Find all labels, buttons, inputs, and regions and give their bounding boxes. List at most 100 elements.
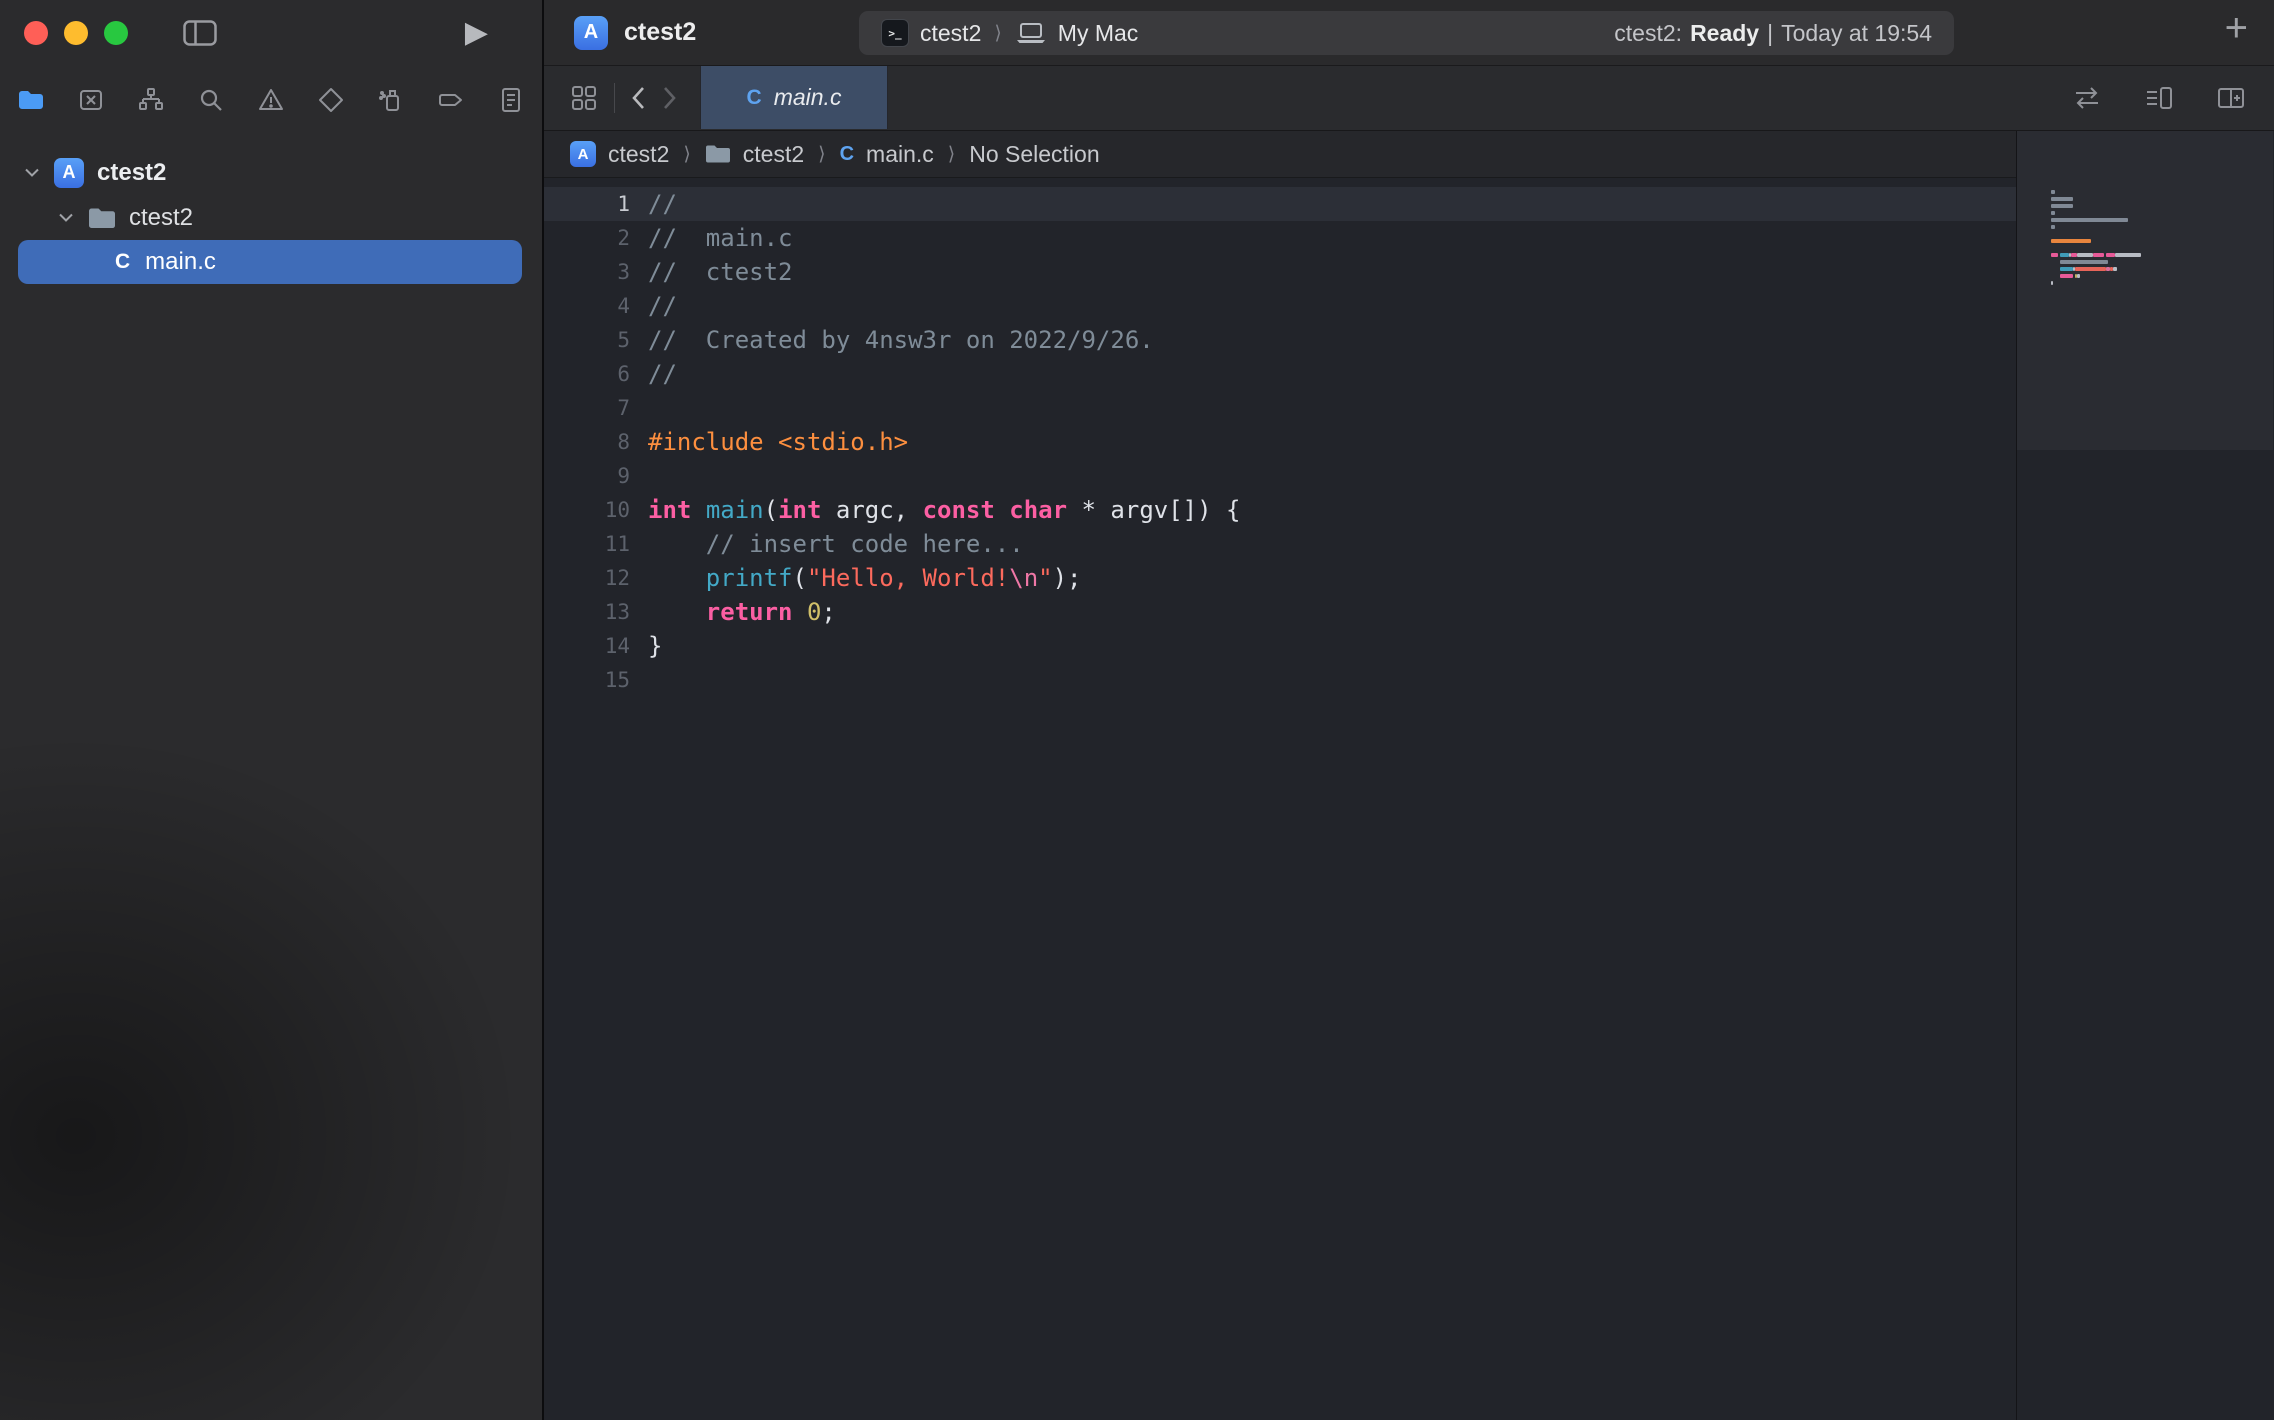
library-button[interactable]: +	[2225, 8, 2248, 48]
xcode-project-icon: A	[570, 141, 596, 167]
code-line[interactable]: 5// Created by 4nsw3r on 2022/9/26.	[544, 323, 2016, 357]
activity-status[interactable]: ctest2: Ready | Today at 19:54	[1614, 20, 1932, 47]
minimap-empty-region	[2017, 450, 2273, 1420]
scheme-destination: My Mac	[1058, 20, 1139, 47]
line-number: 9	[544, 464, 630, 488]
report-navigator-icon[interactable]	[496, 85, 526, 115]
code-line[interactable]: 10int main(int argc, const char * argv[]…	[544, 493, 2016, 527]
tab-main-c[interactable]: C main.c	[700, 66, 888, 129]
code-line[interactable]: 14}	[544, 629, 2016, 663]
editor-options-button[interactable]	[2144, 84, 2174, 112]
code-line[interactable]: 2// main.c	[544, 221, 2016, 255]
debug-navigator-icon[interactable]	[376, 85, 406, 115]
issue-navigator-icon[interactable]	[256, 85, 286, 115]
navigator-sidebar: ▶	[0, 0, 544, 1420]
code-line[interactable]: 4//	[544, 289, 2016, 323]
line-number: 12	[544, 566, 630, 590]
source-editor[interactable]: 1//2// main.c3// ctest24//5// Created by…	[544, 178, 2016, 1420]
go-back-button[interactable]	[631, 86, 646, 110]
chevron-separator-icon: ⟩	[681, 143, 692, 166]
code-line[interactable]: 8#include <stdio.h>	[544, 425, 2016, 459]
line-number: 1	[544, 192, 630, 216]
chevron-separator-icon: ⟩	[816, 143, 827, 166]
editor-body: A ctest2 ⟩ ctest2 ⟩ C main.c ⟩ No Select…	[544, 131, 2274, 1420]
close-window-button[interactable]	[24, 21, 48, 45]
tab-bar-left-controls	[570, 83, 677, 113]
zoom-window-button[interactable]	[104, 21, 128, 45]
line-number: 10	[544, 498, 630, 522]
xcode-window: ▶	[0, 0, 2274, 1420]
toolbar-center-pill: >_ ctest2 ⟩ My Mac ctest2: Ready | Today…	[859, 11, 1954, 55]
tree-item-project[interactable]: A ctest2	[0, 150, 542, 195]
breakpoint-navigator-icon[interactable]	[436, 85, 466, 115]
test-navigator-icon[interactable]	[316, 85, 346, 115]
jumpbar-item-group[interactable]: ctest2	[743, 141, 804, 168]
scheme-selector[interactable]: >_ ctest2 ⟩ My Mac	[881, 19, 1138, 47]
line-number: 14	[544, 634, 630, 658]
symbol-navigator-icon[interactable]	[136, 85, 166, 115]
line-number: 3	[544, 260, 630, 284]
tree-item-label: ctest2	[97, 159, 166, 187]
toolbar: A ctest2 >_ ctest2 ⟩ My Mac ctest2: Read…	[544, 0, 2274, 66]
run-button[interactable]: ▶	[465, 18, 488, 48]
toggle-sidebar-button[interactable]	[183, 20, 217, 46]
divider	[614, 83, 615, 113]
minimize-window-button[interactable]	[64, 21, 88, 45]
xcode-project-icon: A	[54, 158, 84, 188]
c-file-icon: C	[747, 86, 762, 110]
disclosure-chevron-icon[interactable]	[24, 168, 40, 177]
window-controls	[24, 21, 128, 45]
destination-laptop-icon	[1015, 22, 1047, 44]
code-line[interactable]: 15	[544, 663, 2016, 697]
minimap-code	[2051, 190, 2273, 295]
code-lines: 1//2// main.c3// ctest24//5// Created by…	[544, 187, 2016, 697]
c-file-icon: C	[115, 250, 130, 274]
jumpbar-item-project[interactable]: ctest2	[608, 141, 669, 168]
source-control-navigator-icon[interactable]	[76, 85, 106, 115]
tab-bar: C main.c	[544, 66, 2274, 131]
jump-bar: A ctest2 ⟩ ctest2 ⟩ C main.c ⟩ No Select…	[544, 131, 2016, 178]
sidebar-titlebar: ▶	[0, 0, 542, 66]
navigator-tab-bar	[0, 66, 542, 134]
line-number: 5	[544, 328, 630, 352]
status-time: Today at 19:54	[1781, 20, 1932, 47]
tab-overview-button[interactable]	[570, 84, 598, 112]
code-review-button[interactable]	[2072, 84, 2102, 112]
minimap-visible-region[interactable]	[2017, 131, 2273, 450]
add-editor-button[interactable]	[2216, 84, 2246, 112]
code-line[interactable]: 11 // insert code here...	[544, 527, 2016, 561]
window-title: ctest2	[624, 18, 696, 47]
chevron-separator-icon: ⟩	[946, 143, 957, 166]
jumpbar-item-selection[interactable]: No Selection	[969, 141, 1099, 168]
chevron-separator-icon: ⟩	[992, 22, 1003, 45]
tree-item-file-selected[interactable]: C main.c	[18, 240, 522, 284]
line-number: 2	[544, 226, 630, 250]
code-line[interactable]: 13 return 0;	[544, 595, 2016, 629]
line-number: 6	[544, 362, 630, 386]
code-line[interactable]: 1//	[544, 187, 2016, 221]
code-line[interactable]: 6//	[544, 357, 2016, 391]
code-line[interactable]: 9	[544, 459, 2016, 493]
sidebar-toggle-icon	[183, 20, 217, 46]
tree-item-group[interactable]: ctest2	[0, 195, 542, 240]
go-forward-button[interactable]	[662, 86, 677, 110]
jumpbar-item-file[interactable]: main.c	[866, 141, 934, 168]
status-separator: |	[1767, 20, 1773, 47]
minimap[interactable]	[2016, 131, 2273, 1420]
line-number: 11	[544, 532, 630, 556]
target-terminal-icon: >_	[881, 19, 909, 47]
code-line[interactable]: 12 printf("Hello, World!\n");	[544, 561, 2016, 595]
line-number: 7	[544, 396, 630, 420]
line-number: 8	[544, 430, 630, 454]
line-number: 15	[544, 668, 630, 692]
scheme-name: ctest2	[920, 20, 981, 47]
c-file-icon: C	[840, 143, 854, 166]
disclosure-chevron-icon[interactable]	[58, 213, 74, 222]
code-line[interactable]: 7	[544, 391, 2016, 425]
folder-icon	[88, 207, 116, 229]
find-navigator-icon[interactable]	[196, 85, 226, 115]
code-line[interactable]: 3// ctest2	[544, 255, 2016, 289]
line-number: 13	[544, 600, 630, 624]
project-navigator-icon[interactable]	[16, 85, 46, 115]
status-project: ctest2:	[1614, 20, 1682, 47]
